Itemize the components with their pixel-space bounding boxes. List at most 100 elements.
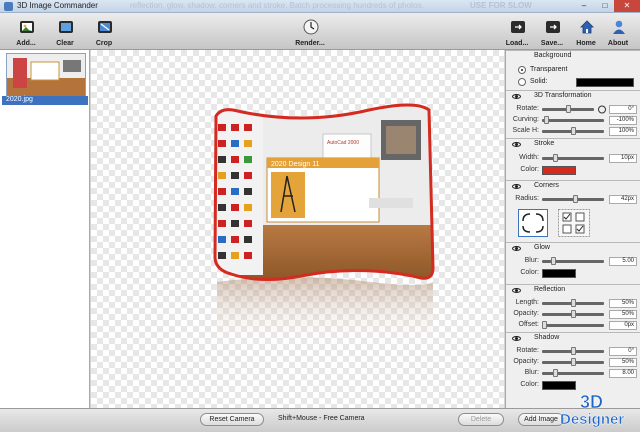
solid-label: Solid: <box>530 78 548 85</box>
background-ghost-text-2: USE FOR SLOW <box>470 1 532 10</box>
background-title: Background <box>534 52 572 59</box>
transform-rotate-slider[interactable] <box>542 105 594 113</box>
reflection-opacity-value[interactable]: 50% <box>609 310 637 319</box>
close-button[interactable]: ✕ <box>614 0 640 12</box>
reset-rotate-icon[interactable] <box>597 105 607 114</box>
toolbar: Add... Clear Crop Render... Load... Save… <box>0 13 640 50</box>
glow-blur-slider[interactable] <box>542 257 604 265</box>
reflection-offset-label: Offset: <box>518 321 540 328</box>
user-icon <box>613 20 625 34</box>
render-button[interactable]: Render... <box>290 17 330 50</box>
glow-color-swatch[interactable] <box>542 269 576 278</box>
about-button[interactable]: About <box>598 17 638 50</box>
eye-icon[interactable] <box>512 336 521 341</box>
slider-knob[interactable] <box>551 257 556 265</box>
glow-blur-row: Blur: 5.00 <box>506 257 640 266</box>
transform-scale-slider[interactable] <box>542 127 604 135</box>
add-button[interactable]: Add... <box>6 17 46 50</box>
autocad-label: AutoCad 2000 <box>327 140 359 146</box>
eye-icon[interactable] <box>512 142 521 147</box>
glow-blur-label: Blur: <box>524 257 539 264</box>
watermark-line1: 3D <box>580 392 603 412</box>
add-image-button[interactable]: Add Image <box>518 413 564 426</box>
transform-scale-value[interactable]: 100% <box>609 127 637 136</box>
minimize-button[interactable]: – <box>573 0 595 12</box>
corners-radius-row: Radius: 42px <box>506 195 640 204</box>
load-button[interactable]: Load... <box>497 17 537 50</box>
slider-knob[interactable] <box>566 105 571 113</box>
glow-blur-value[interactable]: 5.00 <box>609 257 637 266</box>
reset-camera-button[interactable]: Reset Camera <box>200 413 264 426</box>
maximize-button[interactable]: □ <box>594 0 616 12</box>
transform-scale-label: Scale H: <box>512 127 539 134</box>
thumbnail-preview-icon <box>7 54 85 96</box>
slider-knob[interactable] <box>573 195 578 203</box>
stroke-width-row: Width: 10px <box>506 154 640 163</box>
transform-title: 3D Transformation <box>534 92 592 99</box>
reflection-opacity-row: Opacity: 50% <box>506 310 640 319</box>
corner-style-icon[interactable] <box>518 209 548 237</box>
shadow-rotate-value[interactable]: 0° <box>609 347 637 356</box>
slider-knob[interactable] <box>571 358 576 366</box>
reflection-length-label: Length: <box>515 299 539 306</box>
window-title: 3D Image Commander <box>17 1 98 10</box>
slider-knob[interactable] <box>571 127 576 135</box>
about-button-label: About <box>607 40 629 47</box>
transparent-radio[interactable] <box>518 66 526 74</box>
reflection-title: Reflection <box>534 286 566 293</box>
bottom-bar: Reset Camera Shift+Mouse - Free Camera D… <box>0 408 640 432</box>
reflection-offset-slider[interactable] <box>542 321 604 329</box>
thumbnail-selected-row[interactable]: 2020.jpg <box>2 96 88 105</box>
shadow-opacity-slider[interactable] <box>542 358 604 366</box>
transform-scale-row: Scale H: 100% <box>506 127 640 136</box>
shadow-blur-slider[interactable] <box>542 369 604 377</box>
shadow-blur-label: Blur: <box>524 369 539 376</box>
slider-knob[interactable] <box>542 321 547 329</box>
eye-icon[interactable] <box>512 246 521 251</box>
reflection-offset-row: Offset: 0px <box>506 321 640 330</box>
slider-knob[interactable] <box>571 310 576 318</box>
app-icon <box>4 2 13 11</box>
clear-button[interactable]: Clear <box>45 17 85 50</box>
slider-knob[interactable] <box>553 154 558 162</box>
corners-radius-slider[interactable] <box>542 195 604 203</box>
corner-select-icon[interactable] <box>558 209 590 237</box>
thumbnail-image[interactable] <box>6 53 86 97</box>
transform-curving-slider[interactable] <box>542 116 604 124</box>
eye-icon[interactable] <box>512 288 521 293</box>
shadow-rotate-row: Rotate: 0° <box>506 347 640 356</box>
eye-icon[interactable] <box>512 184 521 189</box>
reflection-length-value[interactable]: 50% <box>609 299 637 308</box>
solid-radio[interactable] <box>518 78 526 86</box>
stroke-color-swatch[interactable] <box>542 166 576 175</box>
transform-curving-value[interactable]: -100% <box>609 116 637 125</box>
stroke-section: Stroke Width: 10px Color: <box>506 138 640 179</box>
slider-knob[interactable] <box>571 299 576 307</box>
reflection-offset-value[interactable]: 0px <box>609 321 637 330</box>
stroke-width-slider[interactable] <box>542 154 604 162</box>
radio-dot-icon <box>521 69 523 71</box>
reflection-length-slider[interactable] <box>542 299 604 307</box>
slider-knob[interactable] <box>571 347 576 355</box>
transform-rotate-value[interactable]: 0° <box>609 105 637 114</box>
shadow-opacity-label: Opacity: <box>513 358 539 365</box>
slider-knob[interactable] <box>544 116 549 124</box>
reflection-opacity-slider[interactable] <box>542 310 604 318</box>
stroke-width-value[interactable]: 10px <box>609 154 637 163</box>
curved-image-preview: 2020 Design 11 AutoCad 2000 <box>213 103 435 350</box>
shadow-opacity-value[interactable]: 50% <box>609 358 637 367</box>
eye-icon[interactable] <box>512 94 521 99</box>
shadow-rotate-label: Rotate: <box>516 347 539 354</box>
corners-radius-value[interactable]: 42px <box>609 195 637 204</box>
preview-canvas[interactable]: 2020 Design 11 AutoCad 2000 <box>91 50 504 408</box>
delete-button[interactable]: Delete <box>458 413 504 426</box>
shadow-blur-value[interactable]: 8.00 <box>609 369 637 378</box>
add-image-icon <box>20 21 34 33</box>
slider-knob[interactable] <box>553 369 558 377</box>
shadow-color-label: Color: <box>520 381 539 388</box>
transform-rotate-row: Rotate: 0° <box>506 105 640 114</box>
watermark-line2: Designer <box>560 411 624 428</box>
solid-color-swatch[interactable] <box>576 78 634 87</box>
crop-button[interactable]: Crop <box>84 17 124 50</box>
shadow-rotate-slider[interactable] <box>542 347 604 355</box>
